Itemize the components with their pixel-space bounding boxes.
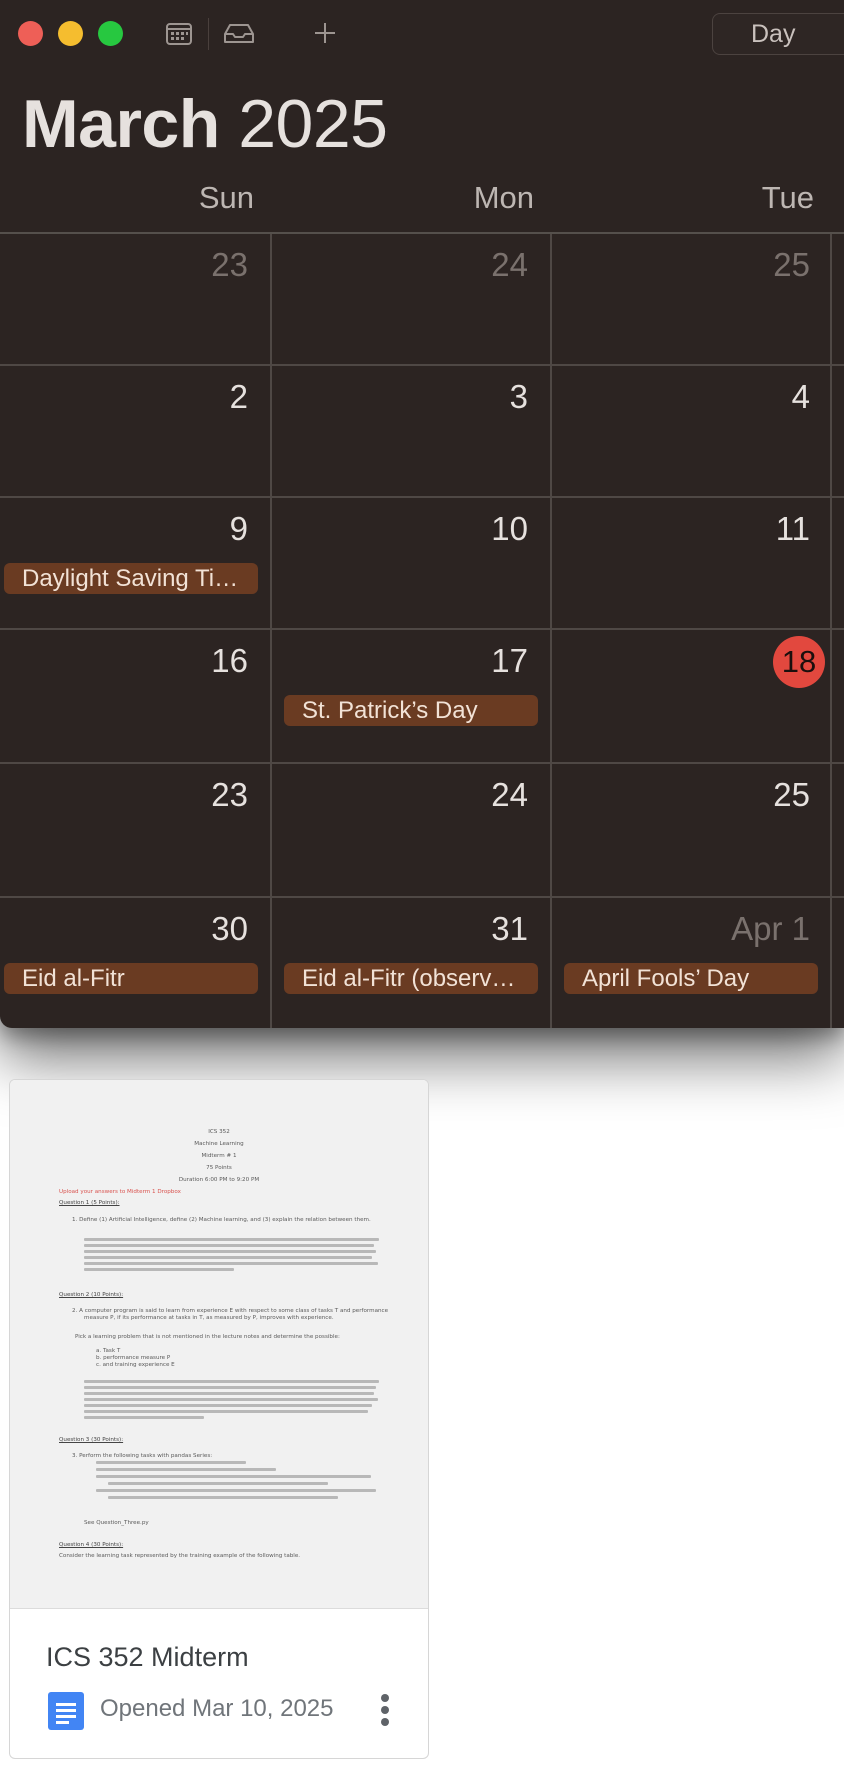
grid-row-divider	[0, 896, 844, 898]
zoom-icon[interactable]	[98, 21, 123, 46]
preview-course: ICS 352	[208, 1129, 230, 1135]
document-preview: ICS 352 Machine Learning Midterm # 1 75 …	[10, 1080, 428, 1609]
year-label: 2025	[238, 86, 388, 162]
grid-column-divider	[550, 234, 552, 1028]
minimize-icon[interactable]	[58, 21, 83, 46]
preview-exam: Midterm # 1	[201, 1153, 237, 1159]
weekday-sun: Sun	[198, 180, 254, 215]
preview-text-line	[108, 1482, 328, 1485]
document-card[interactable]: ICS 352 Machine Learning Midterm # 1 75 …	[9, 1079, 429, 1759]
grid-top-border	[0, 232, 844, 234]
weekday-tue: Tue	[761, 180, 814, 215]
preview-upload-note: Upload your answers to Midterm 1 Dropbox	[59, 1189, 181, 1195]
day-cell-mar-9[interactable]: 9	[108, 510, 248, 548]
event-st-patricks-day[interactable]: St. Patrick’s Day	[284, 695, 538, 726]
day-cell-apr-1[interactable]: Apr 1	[670, 910, 810, 948]
preview-q2-pick: Pick a learning problem that is not ment…	[75, 1334, 340, 1340]
preview-q2-b: b. performance measure P	[96, 1355, 171, 1361]
calendar-window: Day March 2025 Sun Mon Tue 23 24 25 2 3 …	[0, 0, 844, 1028]
grid-column-divider	[830, 234, 832, 1028]
day-cell-mar-11[interactable]: 11	[670, 510, 810, 548]
day-cell-mar-23[interactable]: 23	[108, 776, 248, 814]
preview-text-line	[96, 1461, 246, 1464]
day-cell-feb-25[interactable]: 25	[670, 246, 810, 284]
event-eid-al-fitr[interactable]: Eid al-Fitr	[4, 963, 258, 994]
preview-text-line	[84, 1268, 234, 1271]
grid-row-divider	[0, 496, 844, 498]
day-cell-mar-24[interactable]: 24	[388, 776, 528, 814]
opened-label: Opened	[100, 1695, 186, 1722]
preview-text-line	[84, 1244, 374, 1247]
preview-q4-text: Consider the learning task represented b…	[59, 1553, 301, 1559]
day-cell-mar-30[interactable]: 30	[108, 910, 248, 948]
preview-q3-text: 3. Perform the following tasks with pand…	[72, 1453, 213, 1459]
preview-text-line	[84, 1262, 378, 1265]
day-cell-mar-3[interactable]: 3	[388, 378, 528, 416]
preview-text-line	[84, 1392, 374, 1395]
preview-text-line	[96, 1489, 376, 1492]
preview-q4-heading: Question 4 (30 Points):	[59, 1542, 124, 1548]
preview-text-line	[84, 1410, 368, 1413]
day-cell-mar-17[interactable]: 17	[388, 642, 528, 680]
day-cell-mar-31[interactable]: 31	[388, 910, 528, 948]
event-eid-al-fitr-observed[interactable]: Eid al-Fitr (observ…	[284, 963, 538, 994]
month-label: March	[22, 86, 220, 162]
day-cell-mar-2[interactable]: 2	[108, 378, 248, 416]
preview-duration: Duration 6:00 PM to 9:20 PM	[178, 1177, 260, 1183]
preview-text-line	[96, 1475, 371, 1478]
preview-text-line	[84, 1380, 379, 1383]
preview-q2-heading: Question 2 (10 Points):	[59, 1292, 124, 1298]
document-page-thumbnail: ICS 352 Machine Learning Midterm # 1 75 …	[10, 1080, 428, 1608]
preview-text-line	[84, 1256, 372, 1259]
event-april-fools-day[interactable]: April Fools’ Day	[564, 963, 818, 994]
day-cell-mar-16[interactable]: 16	[108, 642, 248, 680]
preview-q3-heading: Question 3 (30 Points):	[59, 1437, 124, 1443]
google-docs-icon	[48, 1692, 84, 1730]
preview-text-line	[84, 1404, 372, 1407]
document-title[interactable]: ICS 352 Midterm	[46, 1642, 249, 1673]
day-cell-mar-4[interactable]: 4	[670, 378, 810, 416]
opened-info: Opened Mar 10, 2025	[100, 1695, 334, 1723]
inbox-icon[interactable]	[222, 14, 256, 57]
add-icon[interactable]	[310, 14, 340, 57]
preview-q2-c: c. and training experience E	[96, 1362, 175, 1368]
close-icon[interactable]	[18, 21, 43, 46]
weekday-mon: Mon	[473, 180, 534, 215]
grid-row-divider	[0, 364, 844, 366]
day-view-button[interactable]: Day	[712, 13, 844, 55]
preview-subject: Machine Learning	[194, 1141, 244, 1147]
preview-text-line	[84, 1238, 379, 1241]
calendar-list-icon[interactable]	[164, 14, 194, 57]
preview-q1-heading: Question 1 (5 Points):	[59, 1200, 120, 1206]
day-cell-feb-24[interactable]: 24	[388, 246, 528, 284]
month-title: March 2025	[22, 84, 388, 164]
opened-date: Mar 10, 2025	[192, 1695, 334, 1722]
preview-q1-text: 1. Define (1) Artificial Intelligence, d…	[72, 1217, 371, 1223]
preview-see-file: See Question_Three.py	[84, 1520, 149, 1526]
day-cell-mar-25[interactable]: 25	[670, 776, 810, 814]
preview-text-line	[84, 1416, 204, 1419]
preview-q2-a: a. Task T	[96, 1348, 121, 1354]
more-options-icon[interactable]	[370, 1688, 400, 1732]
toolbar-divider	[208, 18, 209, 50]
preview-text-line	[96, 1468, 276, 1471]
today-badge[interactable]: 18	[773, 636, 825, 688]
grid-row-divider	[0, 762, 844, 764]
preview-text-line	[84, 1386, 376, 1389]
preview-text-line	[108, 1496, 338, 1499]
preview-points: 75 Points	[206, 1165, 232, 1171]
day-cell-mar-10[interactable]: 10	[388, 510, 528, 548]
preview-q2-text-2: measure P, if its performance at tasks i…	[84, 1315, 334, 1321]
grid-column-divider	[270, 234, 272, 1028]
event-daylight-saving[interactable]: Daylight Saving Ti…	[4, 563, 258, 594]
day-cell-feb-23[interactable]: 23	[108, 246, 248, 284]
preview-text-line	[84, 1250, 376, 1253]
preview-q2-text: 2. A computer program is said to learn f…	[72, 1308, 389, 1314]
grid-row-divider	[0, 628, 844, 630]
preview-text-line	[84, 1398, 378, 1401]
